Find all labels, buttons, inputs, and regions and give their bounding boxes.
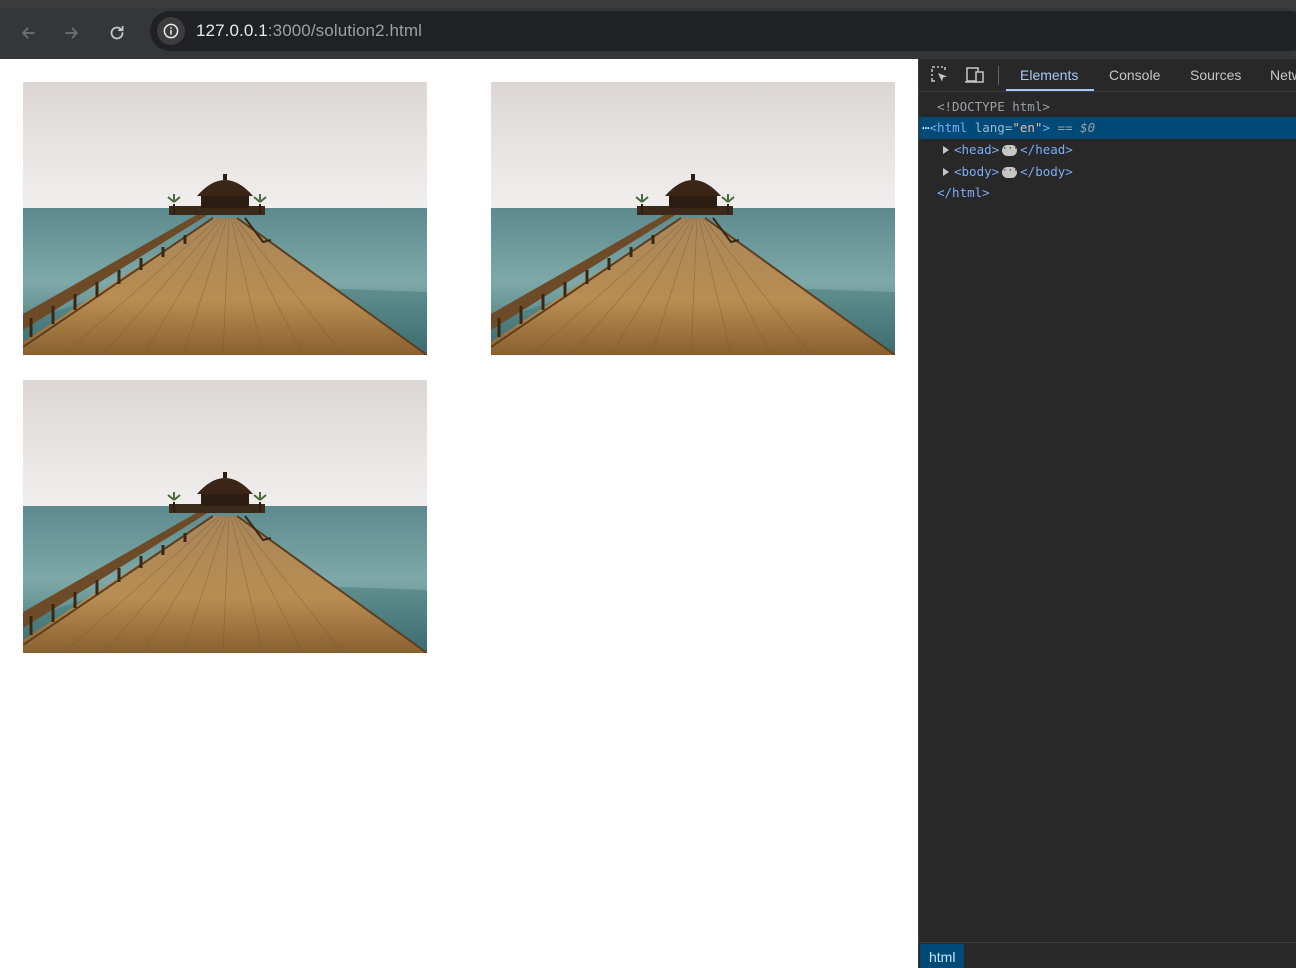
page-viewport	[0, 59, 918, 968]
inspect-element-button[interactable]	[929, 65, 951, 85]
device-toolbar-button[interactable]	[964, 65, 986, 85]
back-button[interactable]	[12, 17, 44, 49]
pier-image	[491, 82, 895, 355]
devtools-tabbar: Elements Console Sources Netw	[919, 59, 1296, 92]
body-close-tag: </body>	[1020, 164, 1073, 179]
tab-network[interactable]: Netw	[1270, 59, 1296, 91]
forward-button[interactable]	[56, 17, 88, 49]
pier-photo	[23, 380, 427, 653]
tab-elements[interactable]: Elements	[1020, 59, 1078, 91]
url-host: 127.0.0.1	[196, 21, 268, 40]
doctype-text: <!DOCTYPE html>	[937, 99, 1050, 114]
body-open-tag: <body>	[954, 164, 1000, 179]
reload-button[interactable]	[101, 17, 133, 49]
node-options-icon[interactable]: ⋯	[922, 120, 930, 135]
active-tab-indicator	[1006, 89, 1094, 91]
dom-node-head[interactable]: <head> ··· </head>	[919, 139, 1296, 161]
inspect-icon	[931, 66, 947, 82]
breadcrumb-html[interactable]: html	[920, 944, 965, 968]
devtools-breadcrumb-bar: html	[919, 942, 1296, 968]
head-open-tag: <head>	[954, 142, 1000, 157]
tab-strip	[0, 0, 1296, 8]
tab-console[interactable]: Console	[1109, 59, 1160, 91]
collapsed-ellipsis-icon[interactable]: ···	[1002, 145, 1018, 156]
tab-separator	[998, 66, 999, 85]
head-close-tag: </head>	[1020, 142, 1073, 157]
reload-icon	[110, 25, 124, 40]
dom-node-body[interactable]: <body> ··· </body>	[919, 161, 1296, 183]
html-attr-name: lang	[974, 120, 1005, 135]
pier-image	[23, 82, 427, 355]
html-open-tag: <html	[929, 120, 968, 135]
expand-triangle-icon[interactable]	[943, 146, 949, 154]
browser-toolbar: 127.0.0.1:3000/solution2.html	[0, 8, 1296, 59]
forward-icon	[65, 27, 78, 39]
dom-node-html[interactable]: ⋯<html lang="en"> == $0	[919, 117, 1296, 139]
url-path: :3000/solution2.html	[267, 21, 422, 40]
device-icon	[965, 67, 984, 83]
dom-node-html-close[interactable]: </html>	[919, 182, 1296, 204]
expand-triangle-icon[interactable]	[943, 168, 949, 176]
html-close-tag: </html>	[937, 185, 990, 200]
devtools-panel: Elements Console Sources Netw <!DOCTYPE …	[918, 59, 1296, 968]
tab-sources[interactable]: Sources	[1190, 59, 1241, 91]
collapsed-ellipsis-icon[interactable]: ···	[1002, 167, 1018, 178]
pier-photo	[23, 82, 427, 355]
info-icon	[163, 23, 179, 39]
site-info-button[interactable]	[157, 17, 185, 45]
pier-image	[23, 380, 427, 653]
address-bar[interactable]: 127.0.0.1:3000/solution2.html	[150, 11, 1296, 51]
url-text[interactable]: 127.0.0.1:3000/solution2.html	[196, 21, 422, 41]
pier-photo	[491, 82, 895, 355]
html-attr-value: "en"	[1012, 120, 1043, 135]
selected-node-marker: == $0	[1057, 120, 1096, 135]
dom-node-doctype[interactable]: <!DOCTYPE html>	[919, 96, 1296, 118]
back-icon	[22, 27, 35, 39]
